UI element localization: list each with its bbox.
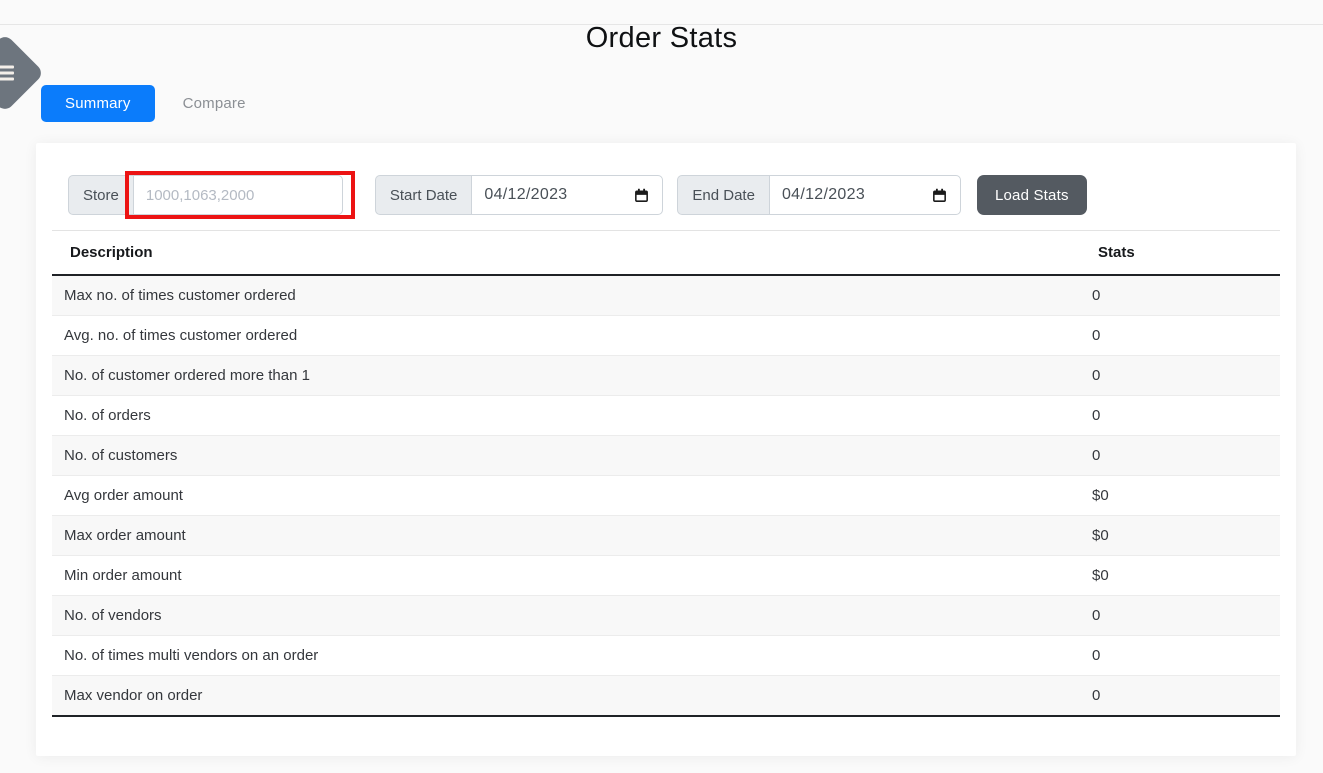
top-border-line <box>0 24 1323 25</box>
table-row: Max vendor on order 0 <box>52 676 1280 717</box>
row-stats: $0 <box>1080 516 1280 556</box>
table-row: Max order amount $0 <box>52 516 1280 556</box>
table-row: Max no. of times customer ordered 0 <box>52 275 1280 316</box>
stats-card: Store Start Date 04/12/2023 <box>36 143 1296 756</box>
table-row: No. of orders 0 <box>52 396 1280 436</box>
end-date-label: End Date <box>677 175 769 215</box>
row-description: Avg order amount <box>52 476 1080 516</box>
table-header-row: Description Stats <box>52 231 1280 276</box>
column-header-description: Description <box>52 231 1080 276</box>
hamburger-icon <box>0 66 14 81</box>
row-stats: $0 <box>1080 556 1280 596</box>
row-stats: 0 <box>1080 596 1280 636</box>
row-stats: 0 <box>1080 436 1280 476</box>
row-stats: 0 <box>1080 356 1280 396</box>
row-stats: 0 <box>1080 636 1280 676</box>
row-description: No. of times multi vendors on an order <box>52 636 1080 676</box>
stats-table: Description Stats Max no. of times custo… <box>52 230 1280 717</box>
calendar-icon[interactable] <box>931 187 948 204</box>
table-row: No. of times multi vendors on an order 0 <box>52 636 1280 676</box>
row-description: No. of customers <box>52 436 1080 476</box>
load-stats-button[interactable]: Load Stats <box>977 175 1087 215</box>
row-stats: $0 <box>1080 476 1280 516</box>
column-header-stats: Stats <box>1080 231 1280 276</box>
start-date-value: 04/12/2023 <box>484 186 567 204</box>
start-date-group: Start Date 04/12/2023 <box>375 175 664 215</box>
row-description: Max no. of times customer ordered <box>52 275 1080 316</box>
tab-compare[interactable]: Compare <box>179 85 250 122</box>
row-stats: 0 <box>1080 396 1280 436</box>
row-description: Max order amount <box>52 516 1080 556</box>
page-title: Order Stats <box>0 22 1323 55</box>
end-date-value: 04/12/2023 <box>782 186 865 204</box>
row-stats: 0 <box>1080 676 1280 717</box>
row-description: No. of vendors <box>52 596 1080 636</box>
table-row: No. of customer ordered more than 1 0 <box>52 356 1280 396</box>
end-date-group: End Date 04/12/2023 <box>677 175 961 215</box>
row-description: No. of customer ordered more than 1 <box>52 356 1080 396</box>
filter-row: Store Start Date 04/12/2023 <box>68 175 1280 215</box>
row-stats: 0 <box>1080 316 1280 356</box>
start-date-input[interactable]: 04/12/2023 <box>471 175 663 215</box>
table-row: No. of customers 0 <box>52 436 1280 476</box>
row-description: Min order amount <box>52 556 1080 596</box>
stats-table-body: Max no. of times customer ordered 0 Avg.… <box>52 275 1280 716</box>
start-date-label: Start Date <box>375 175 472 215</box>
store-input-group: Store <box>68 175 343 215</box>
store-label: Store <box>68 175 133 215</box>
row-description: No. of orders <box>52 396 1080 436</box>
row-description: Max vendor on order <box>52 676 1080 717</box>
table-row: Min order amount $0 <box>52 556 1280 596</box>
end-date-input[interactable]: 04/12/2023 <box>769 175 961 215</box>
tab-bar: Summary Compare <box>41 85 1323 122</box>
row-description: Avg. no. of times customer ordered <box>52 316 1080 356</box>
table-row: No. of vendors 0 <box>52 596 1280 636</box>
table-row: Avg order amount $0 <box>52 476 1280 516</box>
store-input[interactable] <box>133 175 343 215</box>
tab-summary[interactable]: Summary <box>41 85 155 122</box>
table-row: Avg. no. of times customer ordered 0 <box>52 316 1280 356</box>
row-stats: 0 <box>1080 275 1280 316</box>
calendar-icon[interactable] <box>633 187 650 204</box>
